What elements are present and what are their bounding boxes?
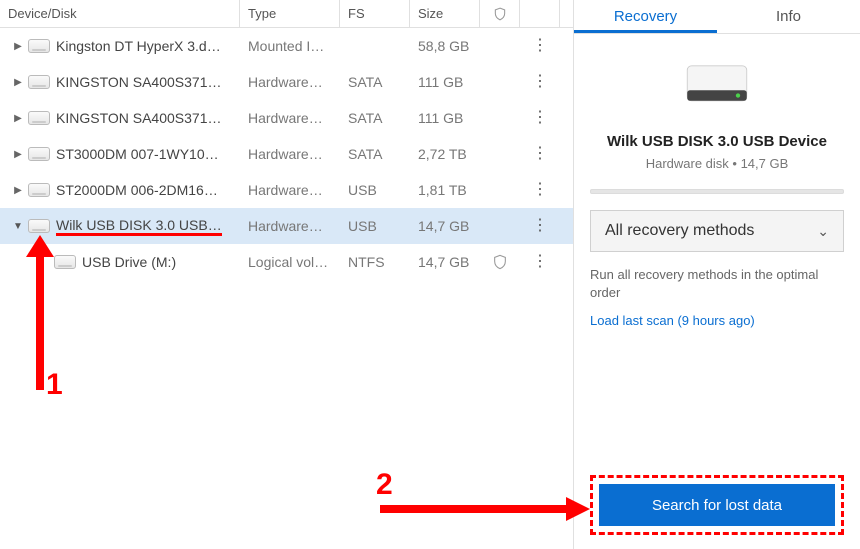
- table-row[interactable]: ▶ ST3000DM 007-1WY10… Hardware… SATA 2,7…: [0, 136, 573, 172]
- disk-icon: [28, 75, 50, 89]
- cell-shield: [480, 136, 520, 172]
- cell-type: Mounted I…: [240, 28, 340, 64]
- detail-title: Wilk USB DISK 3.0 USB Device: [590, 133, 844, 150]
- table-row[interactable]: ▶ ST2000DM 006-2DM16… Hardware… USB 1,81…: [0, 172, 573, 208]
- disk-icon: [28, 111, 50, 125]
- expand-icon[interactable]: ▶: [8, 41, 28, 52]
- device-name: Kingston DT HyperX 3.d…: [56, 38, 221, 54]
- cell-fs: SATA: [340, 100, 410, 136]
- annotation-label-1: 1: [46, 368, 63, 402]
- disk-illustration: [682, 60, 752, 113]
- disk-icon: [28, 219, 50, 233]
- col-header-type[interactable]: Type: [240, 0, 340, 27]
- load-last-scan-link[interactable]: Load last scan (9 hours ago): [590, 313, 844, 328]
- cell-size: 111 GB: [410, 64, 480, 100]
- cell-fs: USB: [340, 172, 410, 208]
- col-header-size[interactable]: Size: [410, 0, 480, 27]
- volume-icon: [54, 255, 76, 269]
- annotation-box-2: Search for lost data: [590, 475, 844, 535]
- cell-shield: [480, 28, 520, 64]
- table-row[interactable]: ▶ Kingston DT HyperX 3.d… Mounted I… 58,…: [0, 28, 573, 64]
- cell-type: Hardware…: [240, 64, 340, 100]
- cell-type: Hardware…: [240, 172, 340, 208]
- device-name: ST2000DM 006-2DM16…: [56, 182, 218, 198]
- expand-icon[interactable]: ▶: [8, 77, 28, 88]
- chevron-down-icon: ⌄: [817, 223, 829, 240]
- device-table: Device/Disk Type FS Size ▶ Kingston DT H…: [0, 0, 574, 549]
- disk-icon: [28, 183, 50, 197]
- cell-type: Logical vol…: [240, 244, 340, 280]
- table-header: Device/Disk Type FS Size: [0, 0, 573, 28]
- cell-size: 111 GB: [410, 100, 480, 136]
- collapse-icon[interactable]: ▼: [8, 221, 28, 232]
- cell-fs: SATA: [340, 136, 410, 172]
- cell-size: 58,8 GB: [410, 28, 480, 64]
- col-header-more: [520, 0, 560, 27]
- cell-type: Hardware…: [240, 100, 340, 136]
- cell-type: Hardware…: [240, 136, 340, 172]
- expand-icon[interactable]: ▶: [8, 149, 28, 160]
- col-header-protected[interactable]: [480, 0, 520, 27]
- cell-fs: [340, 28, 410, 64]
- more-icon[interactable]: [532, 116, 548, 120]
- more-icon[interactable]: [532, 260, 548, 264]
- detail-panel: Recovery Info Wilk USB DISK 3.0 USB Devi…: [574, 0, 860, 549]
- cell-fs: NTFS: [340, 244, 410, 280]
- table-row-child[interactable]: USB Drive (M:) Logical vol… NTFS 14,7 GB: [0, 244, 573, 280]
- detail-subtitle: Hardware disk • 14,7 GB: [590, 156, 844, 171]
- tab-info[interactable]: Info: [717, 0, 860, 33]
- col-header-device[interactable]: Device/Disk: [0, 0, 240, 27]
- more-icon[interactable]: [532, 188, 548, 192]
- tabs: Recovery Info: [574, 0, 860, 34]
- recovery-hint: Run all recovery methods in the optimal …: [590, 266, 844, 301]
- recovery-method-dropdown[interactable]: All recovery methods ⌄: [590, 210, 844, 252]
- more-icon[interactable]: [532, 152, 548, 156]
- disk-icon: [28, 39, 50, 53]
- more-icon[interactable]: [532, 80, 548, 84]
- cell-shield: [480, 208, 520, 244]
- search-for-lost-data-button[interactable]: Search for lost data: [599, 484, 835, 526]
- dropdown-label: All recovery methods: [605, 222, 754, 240]
- table-row[interactable]: ▶ KINGSTON SA400S371… Hardware… SATA 111…: [0, 64, 573, 100]
- cell-shield: [480, 100, 520, 136]
- more-icon[interactable]: [532, 224, 548, 228]
- expand-icon[interactable]: ▶: [8, 185, 28, 196]
- col-header-fs[interactable]: FS: [340, 0, 410, 27]
- tab-recovery[interactable]: Recovery: [574, 0, 717, 33]
- usage-bar: [590, 189, 844, 194]
- device-name: Wilk USB DISK 3.0 USB…: [56, 217, 222, 236]
- cell-size: 14,7 GB: [410, 244, 480, 280]
- cell-size: 1,81 TB: [410, 172, 480, 208]
- cell-shield: [480, 64, 520, 100]
- expand-icon[interactable]: ▶: [8, 113, 28, 124]
- device-name: USB Drive (M:): [82, 254, 176, 270]
- device-name: KINGSTON SA400S371…: [56, 74, 221, 90]
- cell-shield: [480, 172, 520, 208]
- table-row-selected[interactable]: ▼ Wilk USB DISK 3.0 USB… Hardware… USB 1…: [0, 208, 573, 244]
- cell-type: Hardware…: [240, 208, 340, 244]
- annotation-label-2: 2: [376, 468, 393, 502]
- shield-icon: [480, 244, 520, 280]
- cell-fs: USB: [340, 208, 410, 244]
- device-name: ST3000DM 007-1WY10…: [56, 146, 219, 162]
- more-icon[interactable]: [532, 44, 548, 48]
- disk-icon: [28, 147, 50, 161]
- cell-fs: SATA: [340, 64, 410, 100]
- table-row[interactable]: ▶ KINGSTON SA400S371… Hardware… SATA 111…: [0, 100, 573, 136]
- device-name: KINGSTON SA400S371…: [56, 110, 221, 126]
- cell-size: 2,72 TB: [410, 136, 480, 172]
- cell-size: 14,7 GB: [410, 208, 480, 244]
